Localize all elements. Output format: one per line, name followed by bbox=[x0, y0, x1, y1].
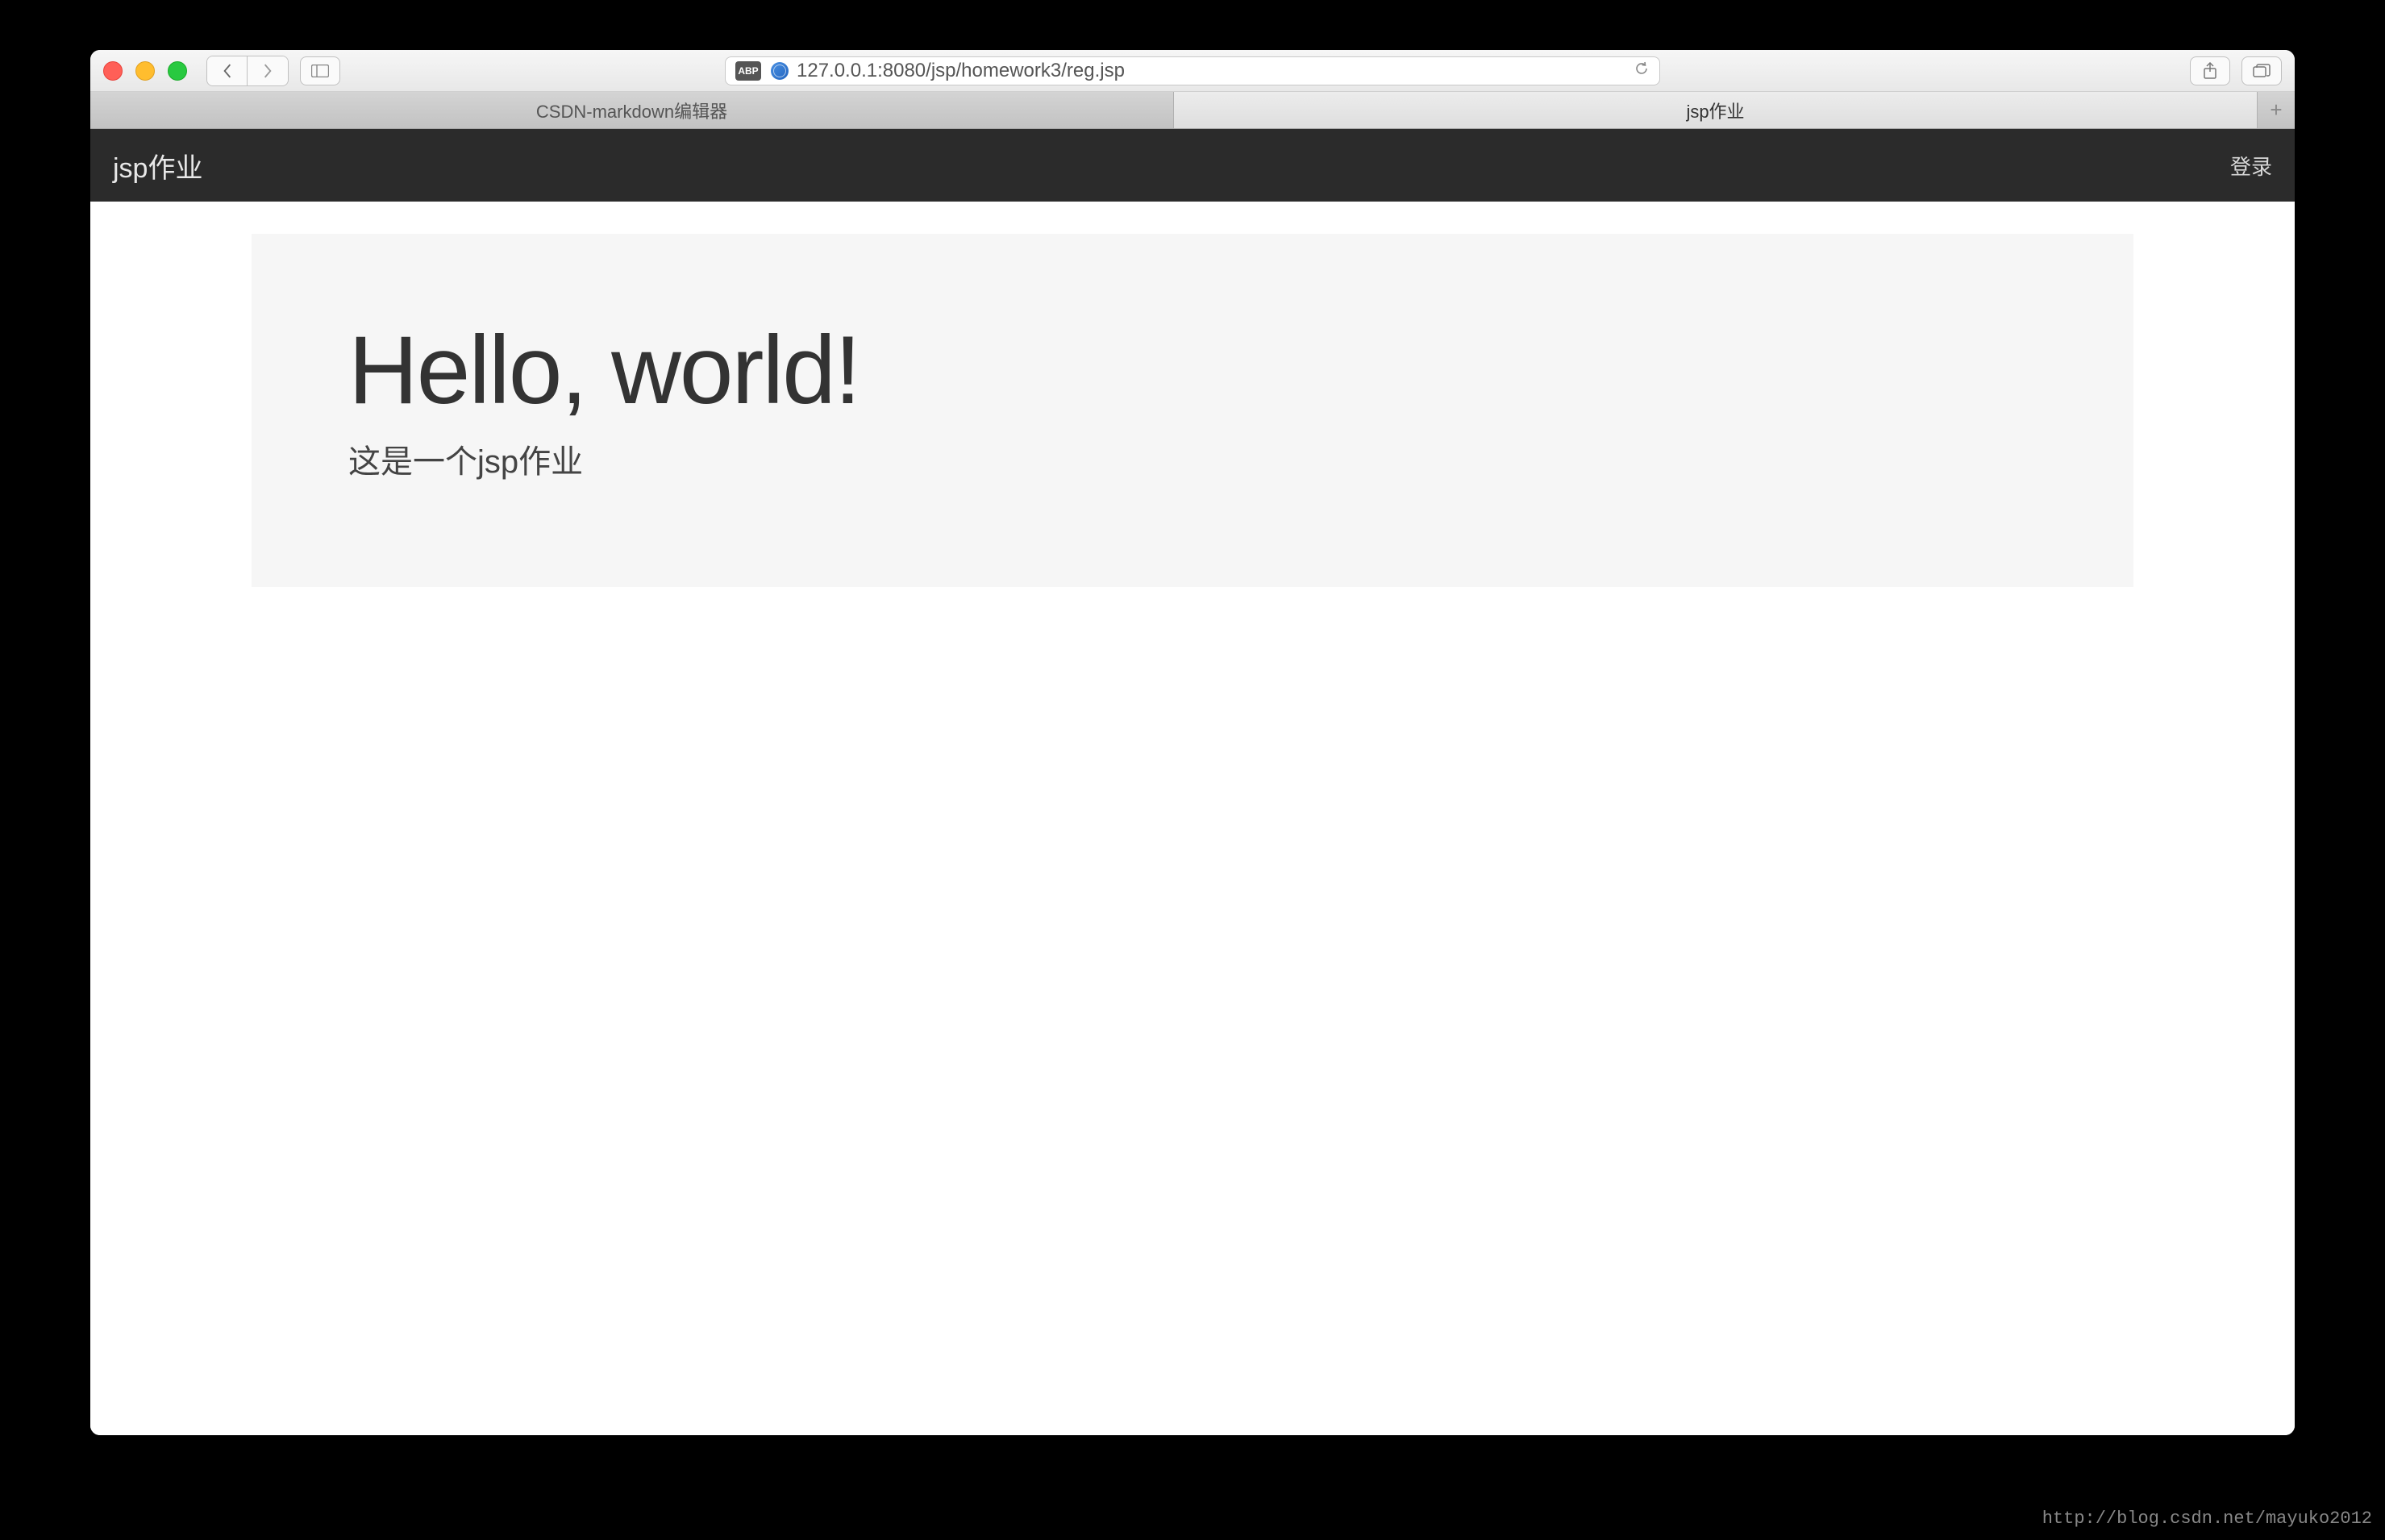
minimize-window-button[interactable] bbox=[135, 61, 155, 81]
forward-button[interactable] bbox=[248, 56, 288, 85]
jumbotron: Hello, world! 这是一个jsp作业 bbox=[252, 234, 2133, 587]
login-link[interactable]: 登录 bbox=[2230, 151, 2272, 181]
hero-title: Hello, world! bbox=[348, 314, 2037, 426]
share-button[interactable] bbox=[2190, 56, 2230, 85]
new-tab-button[interactable]: + bbox=[2258, 92, 2295, 128]
globe-icon bbox=[771, 62, 789, 80]
site-brand[interactable]: jsp作业 bbox=[113, 146, 202, 185]
tab-csdn-editor[interactable]: CSDN-markdown编辑器 bbox=[90, 92, 1174, 128]
titlebar: ABP 127.0.0.1:8080/jsp/homework3/reg.jsp bbox=[90, 50, 2295, 92]
toolbar-right bbox=[2190, 56, 2282, 85]
tab-label: CSDN-markdown编辑器 bbox=[536, 98, 727, 123]
page-content: jsp作业 登录 Hello, world! 这是一个jsp作业 bbox=[90, 129, 2295, 1435]
maximize-window-button[interactable] bbox=[168, 61, 187, 81]
nav-button-group bbox=[206, 56, 289, 86]
reload-icon[interactable] bbox=[1634, 60, 1650, 81]
hero-subtitle: 这是一个jsp作业 bbox=[348, 435, 2037, 482]
tab-bar: CSDN-markdown编辑器 jsp作业 + bbox=[90, 92, 2295, 129]
tabs-button[interactable] bbox=[2241, 56, 2282, 85]
watermark-text: http://blog.csdn.net/mayuko2012 bbox=[2042, 1509, 2372, 1529]
browser-window: ABP 127.0.0.1:8080/jsp/homework3/reg.jsp… bbox=[90, 50, 2295, 1435]
site-navbar: jsp作业 登录 bbox=[90, 129, 2295, 202]
close-window-button[interactable] bbox=[103, 61, 123, 81]
sidebar-toggle-button[interactable] bbox=[300, 56, 340, 85]
url-text: 127.0.0.1:8080/jsp/homework3/reg.jsp bbox=[797, 60, 1634, 82]
abp-icon[interactable]: ABP bbox=[735, 61, 761, 81]
window-controls bbox=[103, 61, 187, 81]
tab-label: jsp作业 bbox=[1686, 98, 1744, 123]
address-bar[interactable]: ABP 127.0.0.1:8080/jsp/homework3/reg.jsp bbox=[725, 56, 1660, 85]
back-button[interactable] bbox=[207, 56, 248, 85]
tab-jsp-homework[interactable]: jsp作业 bbox=[1174, 92, 2258, 128]
